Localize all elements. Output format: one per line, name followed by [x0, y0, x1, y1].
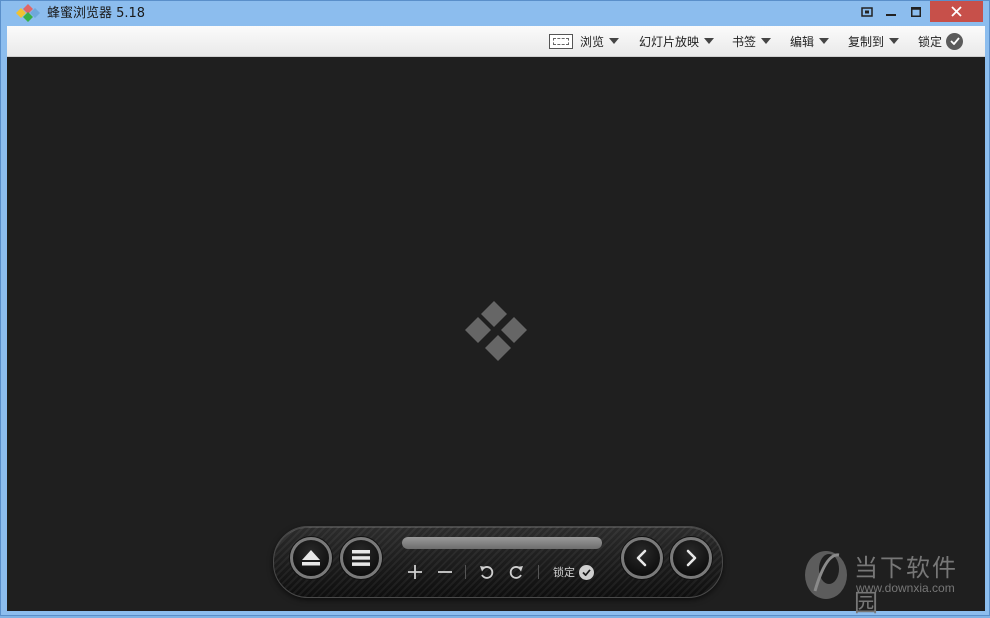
lock-toggle-bar[interactable]: 锁定	[553, 563, 594, 581]
zoom-out-button[interactable]	[436, 563, 454, 581]
title-bar[interactable]: 蜂蜜浏览器 5.18	[1, 1, 989, 26]
browse-menu-label: 浏览	[580, 34, 605, 49]
close-icon	[951, 6, 962, 17]
edit-menu-label: 编辑	[790, 34, 815, 49]
chevron-down-icon	[761, 38, 772, 44]
close-button[interactable]	[930, 1, 983, 22]
app-window: 蜂蜜浏览器 5.18 浏览 幻灯片放映 书签 编辑 复制到 锁定 锁定 当下软件…	[0, 0, 990, 617]
zoom-in-icon	[408, 565, 422, 579]
edit-menu[interactable]: 编辑	[790, 26, 830, 56]
bookmark-menu-label: 书签	[732, 34, 757, 49]
menu-icon	[352, 550, 370, 566]
chevron-down-icon	[704, 38, 715, 44]
app-logo-icon	[16, 4, 40, 22]
watermark: 当下软件园 www.downxia.com	[801, 545, 981, 617]
placeholder-logo-icon	[465, 301, 527, 361]
next-button[interactable]	[670, 537, 712, 579]
watermark-url: www.downxia.com	[856, 581, 955, 595]
window-title: 蜂蜜浏览器 5.18	[47, 6, 146, 21]
zoom-in-button[interactable]	[406, 563, 424, 581]
browse-mode-icon	[549, 33, 573, 49]
bookmark-menu[interactable]: 书签	[732, 26, 772, 56]
watermark-logo-icon	[805, 551, 847, 599]
chevron-down-icon	[609, 38, 620, 44]
minimize-icon	[886, 14, 896, 16]
image-viewer[interactable]: 锁定	[7, 57, 985, 611]
lock-toggle[interactable]: 锁定	[918, 26, 964, 56]
maximize-icon	[911, 7, 921, 17]
slideshow-menu-label: 幻灯片放映	[639, 34, 700, 49]
progress-slider[interactable]	[402, 537, 602, 549]
maximize-button[interactable]	[904, 1, 928, 23]
zoom-out-icon	[438, 571, 452, 573]
lock-toggle-bar-label: 锁定	[553, 566, 575, 579]
chevron-right-icon	[686, 549, 697, 567]
separator	[538, 565, 539, 579]
rotate-right-icon	[509, 565, 523, 579]
chevron-down-icon	[889, 38, 900, 44]
menu-button[interactable]	[340, 537, 382, 579]
control-bar: 锁定	[273, 526, 723, 598]
eject-button[interactable]	[290, 537, 332, 579]
minimize-button[interactable]	[879, 1, 903, 23]
lock-toggle-label: 锁定	[918, 34, 943, 49]
copy-to-menu-label: 复制到	[848, 34, 885, 49]
chevron-down-icon	[819, 38, 830, 44]
rotate-left-button[interactable]	[477, 563, 495, 581]
rotate-left-icon	[479, 565, 493, 579]
rotate-right-button[interactable]	[507, 563, 525, 581]
fullscreen-button[interactable]	[855, 1, 879, 23]
copy-to-menu[interactable]: 复制到	[848, 26, 900, 56]
chevron-left-icon	[636, 549, 647, 567]
eject-icon	[302, 550, 320, 566]
check-icon	[579, 564, 594, 580]
prev-button[interactable]	[621, 537, 663, 579]
separator	[465, 565, 466, 579]
check-icon	[946, 32, 964, 50]
fullscreen-icon	[861, 7, 873, 17]
browse-menu[interactable]: 浏览	[549, 26, 620, 56]
slideshow-menu[interactable]: 幻灯片放映	[639, 26, 715, 56]
toolbar: 浏览 幻灯片放映 书签 编辑 复制到 锁定	[7, 26, 985, 57]
